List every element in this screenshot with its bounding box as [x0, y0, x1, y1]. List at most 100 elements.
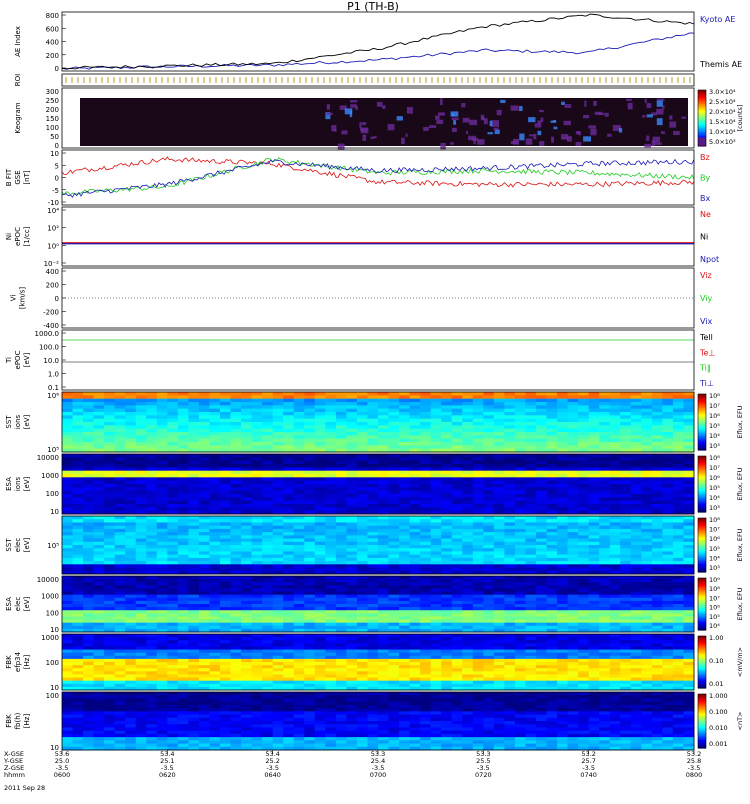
keogram-feature [661, 131, 665, 134]
ytick-bfield: 10 [50, 150, 59, 158]
keogram-feature [497, 110, 502, 115]
ylabel-density: Ni [5, 233, 13, 240]
legend-bfield: Bz [700, 153, 710, 162]
keogram-feature [452, 117, 459, 120]
ytick-ae: 0 [55, 65, 59, 73]
ytick-temperature: 1000.0 [35, 330, 60, 338]
legend-density: Ne [700, 210, 711, 219]
ytick-esa_i: 100 [46, 490, 59, 498]
panel-frame-ae [62, 12, 694, 71]
keogram-feature [363, 135, 367, 141]
ytick-sst_i: 10⁵ [47, 446, 59, 454]
keogram-feature [513, 139, 519, 145]
legend-density: Ni [700, 233, 708, 242]
ylabel-fbk_b: FBK [5, 714, 13, 728]
keogram-feature [463, 118, 470, 123]
keogram-feature [453, 120, 456, 125]
ylabel-velocity: Vi [10, 295, 18, 302]
colorbar-label-fbk_b: 0.100 [709, 708, 728, 716]
keogram-feature [406, 134, 408, 137]
themis-overview-plot: P1 (TH-B) AE Index8006004002000Kyoto AET… [0, 0, 750, 800]
colorbar-label-sst_e: 10⁵ [709, 545, 720, 553]
keogram-feature [551, 137, 554, 143]
spectrogram-sst_i [62, 392, 695, 453]
keogram-feature [528, 117, 535, 122]
keogram-feature [397, 116, 403, 120]
spectrogram-esa_e [62, 576, 695, 633]
colorbar-label-esa_i: 10⁴ [709, 494, 720, 502]
ytick-keogram: 200 [46, 106, 59, 114]
keogram-feature [626, 99, 632, 101]
xaxis-row-label: hhmm [4, 771, 25, 779]
keogram-feature [331, 125, 336, 131]
colorbar-label-esa_e: 10⁴ [709, 622, 720, 630]
xaxis-time: 0720 [475, 771, 492, 779]
ylabel-sst_e: [eV] [23, 537, 31, 552]
keogram-feature [362, 122, 366, 125]
plot-canvas: P1 (TH-B) AE Index8006004002000Kyoto AET… [0, 0, 750, 800]
ylabel-temperature: Ti [5, 357, 13, 364]
ylabel-sst_i: SST [5, 415, 13, 429]
colorbar-label-esa_i: 10⁸ [709, 454, 720, 462]
keogram-feature [382, 105, 385, 109]
keogram-feature [645, 99, 647, 103]
keogram-feature [493, 128, 498, 130]
keogram-feature [377, 102, 383, 107]
colorbar-label-fbk_e: 1.00 [709, 634, 723, 642]
colorbar-title-esa_e: Eflux, EFU [736, 587, 744, 620]
ytick-keogram: 250 [46, 97, 59, 105]
ytick-temperature: 10.0 [43, 357, 59, 365]
legend-temperature: Ti‖ [699, 364, 711, 373]
keogram-feature [450, 142, 454, 144]
ylabel-density: [1/cc] [23, 226, 31, 246]
legend-ae: Kyoto AE [700, 15, 735, 24]
colorbar-label-sst_i: 10⁵ [709, 422, 720, 430]
keogram-feature [452, 128, 457, 132]
xaxis-time: 0640 [264, 771, 281, 779]
ytick-ae: 600 [46, 25, 59, 33]
series-line-bx [62, 159, 694, 197]
colorbar-title-sst_i: Eflux, EFU [736, 405, 744, 438]
ylabel-bfield: B FIT [5, 168, 13, 186]
ylabel-sst_e: elec [14, 538, 22, 553]
keogram-feature [576, 142, 582, 146]
ytick-velocity: -400 [43, 322, 59, 330]
keogram-feature [647, 114, 653, 117]
keogram-feature [526, 138, 533, 144]
ylabel-fbk_e: [Hz] [23, 655, 31, 670]
colorbar-label-esa_e: 10⁹ [709, 576, 720, 584]
keogram-feature [561, 102, 565, 105]
xaxis-row-label: 2011 Sep 28 [4, 784, 45, 792]
spectrogram-fbk_e [62, 634, 695, 691]
keogram-feature [598, 113, 604, 115]
keogram-feature [535, 123, 542, 127]
ytick-keogram: 50 [50, 133, 59, 141]
ytick-bfield: 5 [55, 162, 59, 170]
keogram-feature [440, 98, 443, 105]
ytick-keogram: 0 [55, 142, 59, 150]
keogram-feature [653, 137, 660, 143]
legend-ae: Themis AE [699, 60, 742, 69]
keogram-feature [423, 127, 429, 131]
keogram-feature [584, 101, 586, 107]
colorbar-title-esa_i: Eflux, EFU [736, 467, 744, 500]
legend-density: Npot [700, 255, 719, 264]
keogram-feature [341, 130, 347, 134]
colorbar-label-fbk_e: 0.10 [709, 657, 723, 665]
colorbar-label-sst_e: 10³ [709, 564, 720, 572]
colorbar-label-fbk_b: 0.001 [709, 740, 728, 748]
keogram-feature [477, 139, 484, 145]
keogram-feature [495, 130, 500, 135]
ylabel-esa_e: elec [14, 597, 22, 612]
ylabel-density: ePOC [14, 227, 22, 246]
colorbar-sst_e [698, 518, 706, 573]
colorbar-label-keogram: 1.0×10⁴ [709, 128, 736, 136]
keogram-feature [374, 136, 377, 138]
colorbar-label-keogram: 5.0×10³ [709, 138, 736, 146]
ytick-sst_e: 10⁵ [47, 542, 59, 550]
keogram-feature [461, 103, 465, 107]
ylabel-esa_i: ions [14, 476, 22, 491]
ytick-esa_e: 1000 [41, 593, 59, 601]
panel-frame-temperature [62, 330, 694, 390]
keogram-feature [438, 112, 445, 115]
